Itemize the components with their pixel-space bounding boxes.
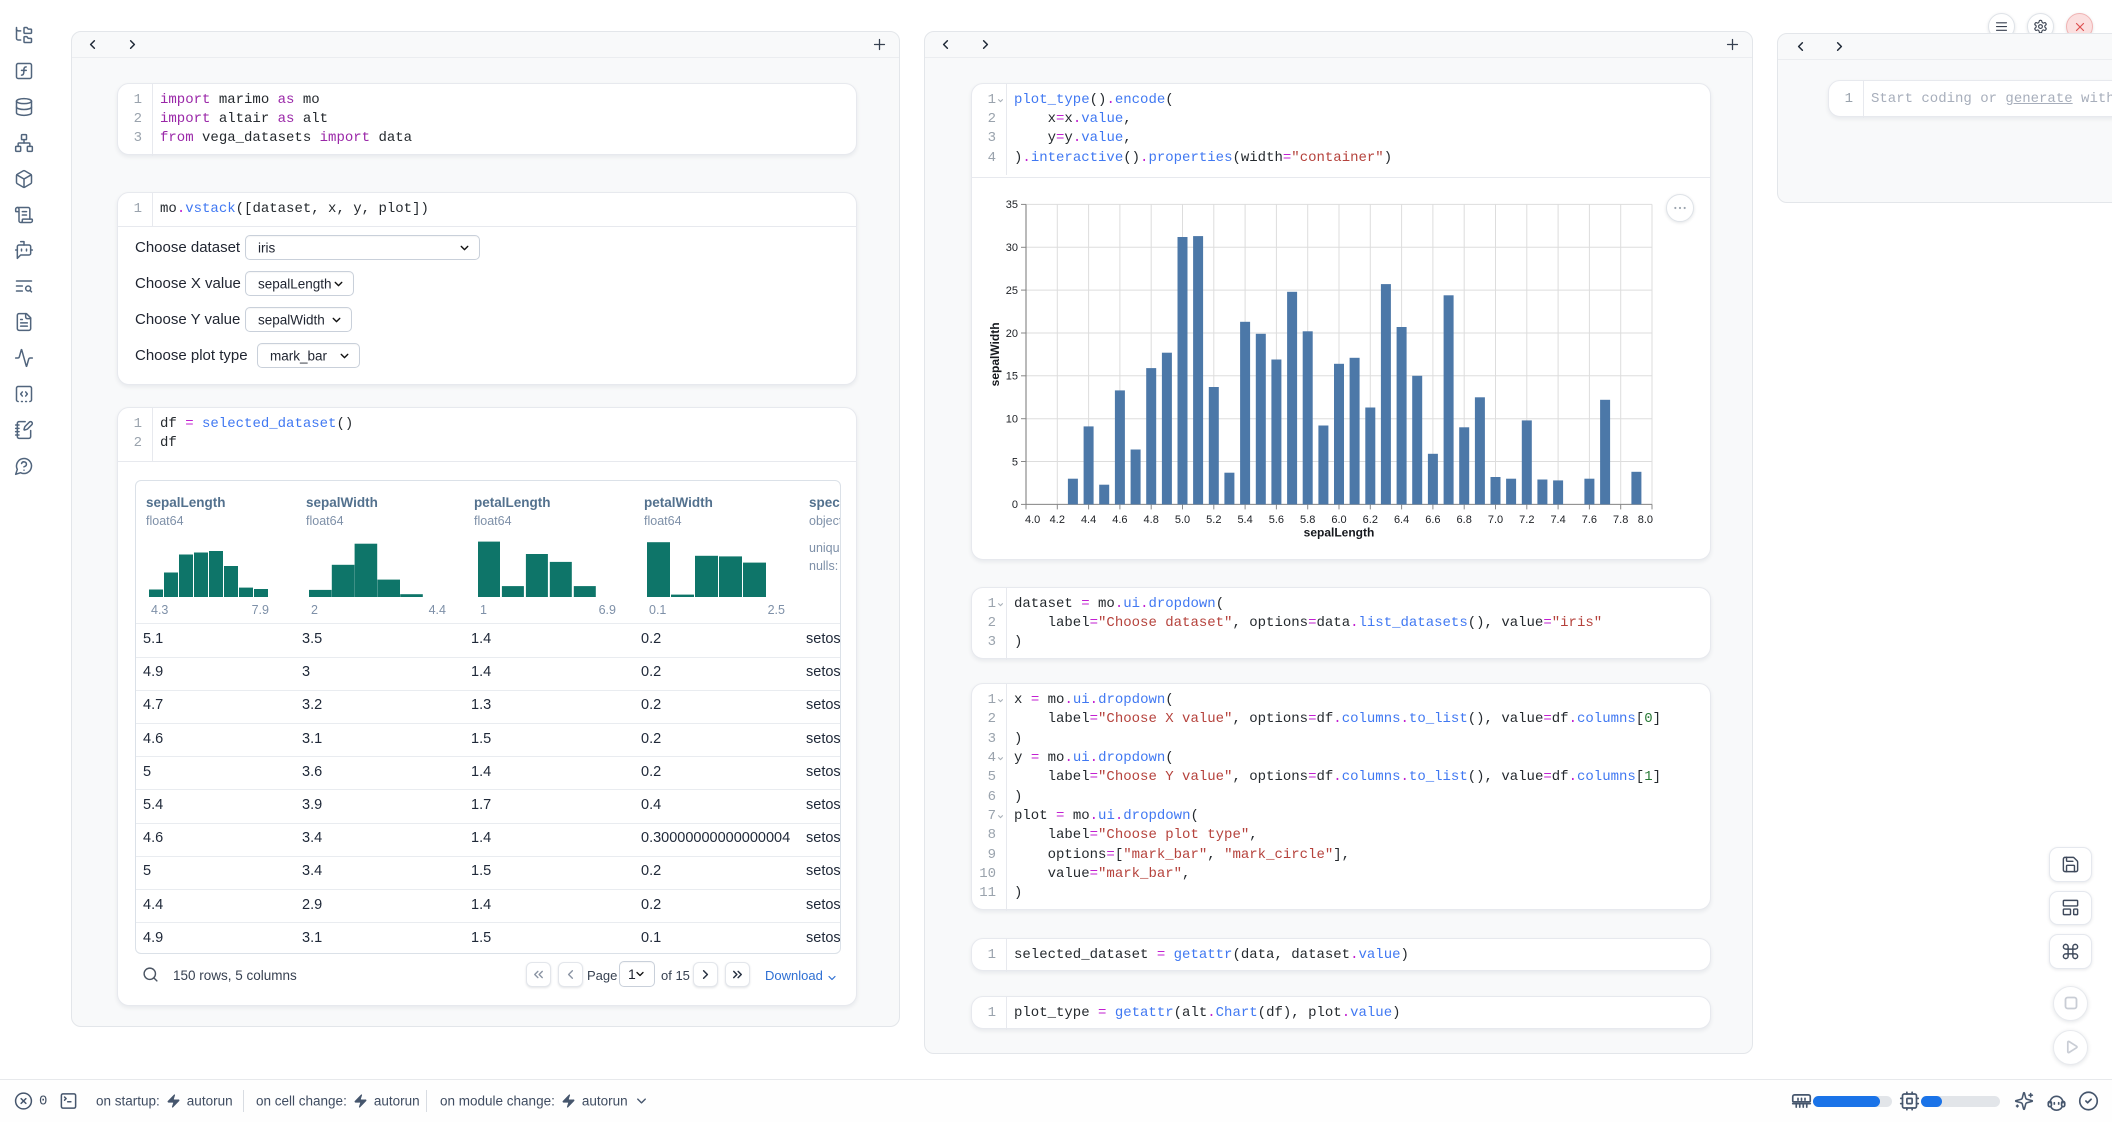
svg-text:5.8: 5.8	[1300, 514, 1315, 526]
svg-text:25: 25	[1006, 285, 1018, 297]
svg-text:sepalWidth: sepalWidth	[988, 322, 1002, 386]
svg-text:5.6: 5.6	[1269, 514, 1284, 526]
svg-text:6.6: 6.6	[1425, 514, 1440, 526]
svg-text:6.9: 6.9	[599, 603, 616, 616]
svg-text:6.0: 6.0	[1331, 514, 1346, 526]
svg-text:7.9: 7.9	[251, 603, 268, 616]
svg-text:4.3: 4.3	[151, 603, 168, 616]
svg-text:4.8: 4.8	[1144, 514, 1159, 526]
svg-text:20: 20	[1006, 328, 1018, 340]
svg-text:0.1: 0.1	[649, 603, 666, 616]
svg-text:7.0: 7.0	[1488, 514, 1503, 526]
svg-text:15: 15	[1006, 371, 1018, 383]
svg-text:7.4: 7.4	[1550, 514, 1565, 526]
svg-text:sepalLength: sepalLength	[1304, 525, 1375, 539]
svg-text:5: 5	[1012, 456, 1018, 468]
svg-text:35: 35	[1006, 199, 1018, 211]
svg-text:10: 10	[1006, 414, 1018, 426]
svg-text:8.0: 8.0	[1638, 514, 1653, 526]
svg-text:6.8: 6.8	[1457, 514, 1472, 526]
svg-text:1: 1	[480, 603, 487, 616]
svg-text:4.6: 4.6	[1112, 514, 1127, 526]
svg-text:4.0: 4.0	[1025, 514, 1040, 526]
svg-text:4.4: 4.4	[1081, 514, 1096, 526]
svg-text:6.4: 6.4	[1394, 514, 1409, 526]
svg-text:7.2: 7.2	[1519, 514, 1534, 526]
svg-text:7.8: 7.8	[1613, 514, 1628, 526]
svg-text:5.2: 5.2	[1206, 514, 1221, 526]
svg-text:2.5: 2.5	[768, 603, 785, 616]
svg-text:4.2: 4.2	[1050, 514, 1065, 526]
svg-text:30: 30	[1006, 242, 1018, 254]
svg-text:5.0: 5.0	[1175, 514, 1190, 526]
svg-text:0: 0	[1012, 499, 1018, 511]
svg-text:6.2: 6.2	[1363, 514, 1378, 526]
svg-text:7.6: 7.6	[1582, 514, 1597, 526]
svg-text:5.4: 5.4	[1237, 514, 1252, 526]
svg-text:4.4: 4.4	[429, 603, 446, 616]
svg-text:2: 2	[311, 603, 318, 616]
